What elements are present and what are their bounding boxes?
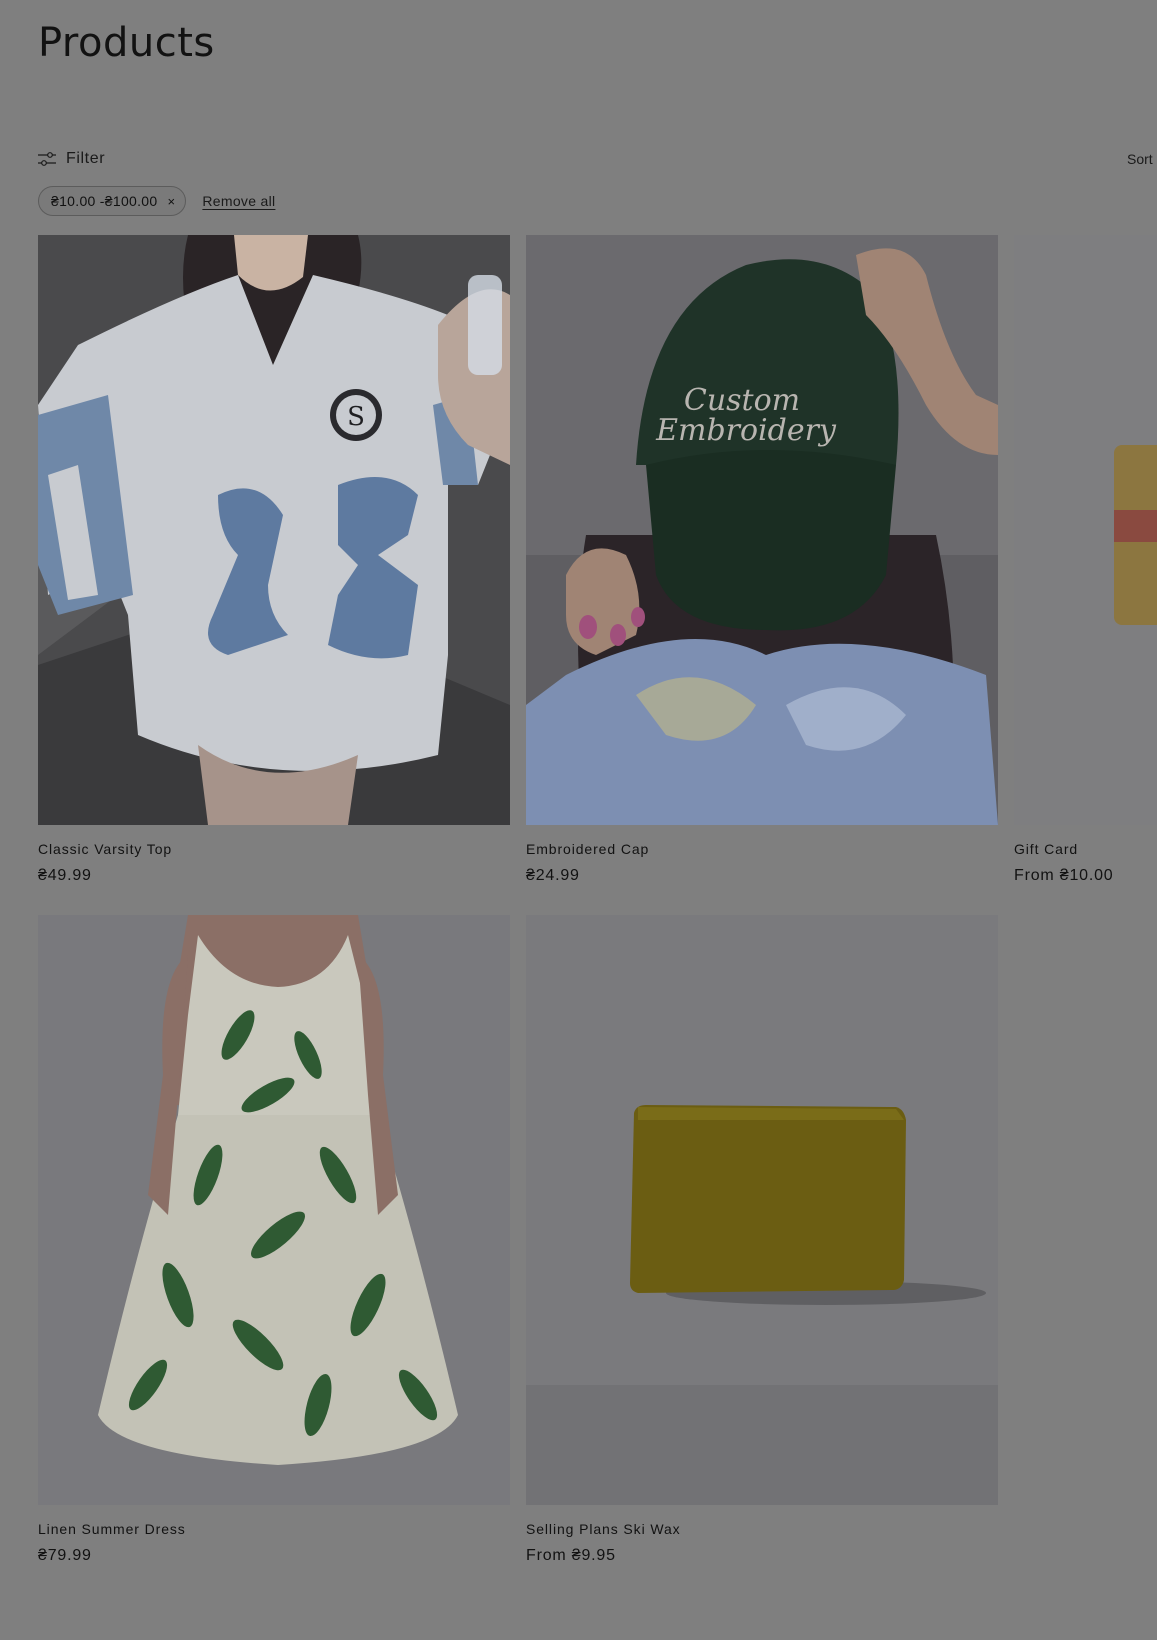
product-card[interactable]: Selling Plans Ski Wax From ₴9.95 [526, 915, 998, 1565]
product-title[interactable]: Selling Plans Ski Wax [526, 1521, 998, 1537]
product-card[interactable]: S Classic Varsity Top ₴49.99 [38, 235, 510, 885]
filter-label: Filter [66, 150, 106, 167]
product-image-varsity-top[interactable]: S [38, 235, 510, 825]
product-card[interactable]: Gift Card From ₴10.00 [1014, 235, 1157, 885]
price-filter-pill[interactable]: ₴10.00 -₴100.00 × [38, 186, 187, 216]
close-icon[interactable]: × [167, 195, 175, 208]
cap-embroidery-text-2: Embroidery [655, 413, 837, 448]
product-image-gift-card[interactable] [1014, 235, 1157, 825]
price-range-text: ₴10.00 -₴100.00 [51, 193, 158, 209]
product-price: From ₴10.00 [1014, 867, 1114, 884]
product-price: ₴79.99 [38, 1547, 92, 1564]
product-image-ski-wax[interactable] [526, 915, 998, 1505]
product-price: ₴24.99 [526, 867, 580, 884]
product-title[interactable]: Linen Summer Dress [38, 1521, 510, 1537]
filter-button[interactable]: Filter [38, 150, 105, 168]
product-title[interactable]: Embroidered Cap [526, 841, 998, 857]
product-title[interactable]: Gift Card [1014, 841, 1157, 857]
svg-text:S: S [347, 402, 365, 432]
product-price: From ₴9.95 [526, 1547, 616, 1564]
sort-by-label[interactable]: Sort by: [1127, 151, 1157, 167]
product-card[interactable]: Custom Embroidery Embroidered Cap ₴24.99 [526, 235, 998, 885]
product-image-summer-dress[interactable] [38, 915, 510, 1505]
active-filters: ₴10.00 -₴100.00 × Remove all [38, 186, 275, 216]
product-card[interactable]: Linen Summer Dress ₴79.99 [38, 915, 510, 1565]
collection-page: Products Filter Sort by: ₴10.00 -₴100.00… [0, 0, 1157, 1640]
product-title[interactable]: Classic Varsity Top [38, 841, 510, 857]
remove-all-link[interactable]: Remove all [202, 193, 275, 209]
product-image-embroidered-cap[interactable]: Custom Embroidery [526, 235, 998, 825]
sliders-icon [38, 152, 56, 166]
page-title: Products [38, 20, 215, 66]
product-price: ₴49.99 [38, 867, 92, 884]
